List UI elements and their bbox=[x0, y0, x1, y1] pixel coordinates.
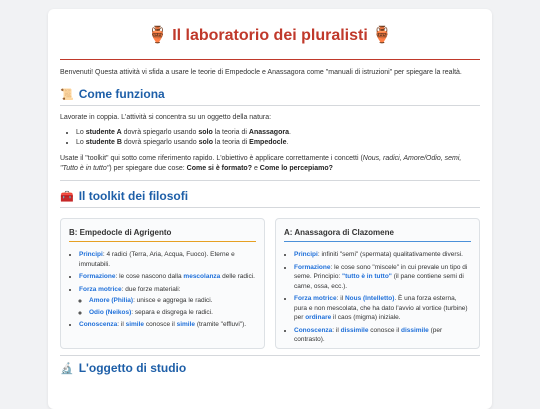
intro-paragraph: Benvenuti! Questa attività vi sfida a us… bbox=[60, 69, 462, 76]
section-divider bbox=[60, 355, 480, 356]
list-item: Forza motrice: il Nous (Intelletto). È u… bbox=[294, 294, 471, 323]
section-divider bbox=[60, 180, 480, 181]
section-study: 🔬 L'oggetto di studio bbox=[60, 361, 480, 375]
section-title-how: 📜 Come funziona bbox=[60, 87, 480, 101]
sub-list: Amore (Philia): unisce e aggrega le radi… bbox=[79, 296, 256, 317]
list-item: Conoscenza: il simile conosce il simile … bbox=[79, 320, 256, 330]
card-title-anassagora: A: Anassagora di Clazomene bbox=[284, 228, 394, 237]
card-empedocle: B: Empedocle di Agrigento Principi: 4 ra… bbox=[60, 218, 265, 349]
card-divider bbox=[69, 241, 256, 242]
card-divider bbox=[284, 241, 471, 242]
microscope-icon: 🔬 bbox=[60, 362, 74, 375]
page-title: 🏺 Il laboratorio dei pluralisti 🏺 bbox=[147, 27, 393, 44]
scroll-icon: 📜 bbox=[60, 88, 74, 101]
philosopher-cards: B: Empedocle di Agrigento Principi: 4 ra… bbox=[60, 218, 480, 349]
card-anassagora: A: Anassagora di Clazomene Principi: inf… bbox=[275, 218, 480, 349]
roles-list: Lo studente A dovrà spiegarlo usando sol… bbox=[60, 128, 480, 148]
card-list: Principi: infiniti "semi" (spermata) qua… bbox=[284, 250, 471, 345]
list-item: Lo studente A dovrà spiegarlo usando sol… bbox=[76, 128, 480, 138]
section-title-how-label: Come funziona bbox=[78, 87, 165, 101]
list-item: Principi: 4 radici (Terra, Aria, Acqua, … bbox=[79, 250, 256, 269]
toolbox-icon: 🧰 bbox=[60, 190, 74, 203]
list-item: Odio (Neikos): separa e disgrega le radi… bbox=[89, 308, 256, 318]
section-title-study-label: L'oggetto di studio bbox=[78, 361, 187, 375]
list-item: Amore (Philia): unisce e aggrega le radi… bbox=[89, 296, 256, 306]
list-item: Lo studente B dovrà spiegarlo usando sol… bbox=[76, 138, 480, 148]
list-item: Conoscenza: il dissimile conosce il diss… bbox=[294, 326, 471, 345]
list-item: Principi: infiniti "semi" (spermata) qua… bbox=[294, 250, 471, 260]
list-item: Formazione: le cose nascono dalla mescol… bbox=[79, 272, 256, 282]
section-divider bbox=[60, 105, 480, 106]
list-item: Formazione: le cose sono "miscele" in cu… bbox=[294, 263, 471, 292]
section-how: 📜 Come funziona Lavorate in coppia. L'at… bbox=[60, 87, 480, 181]
how-lead: Lavorate in coppia. L'attività si concen… bbox=[60, 114, 272, 121]
card-list: Principi: 4 radici (Terra, Aria, Acqua, … bbox=[69, 250, 256, 330]
document-page: 🏺 Il laboratorio dei pluralisti 🏺 Benven… bbox=[48, 9, 492, 409]
how-outro: Usate il "toolkit" qui sotto come riferi… bbox=[60, 155, 462, 172]
section-toolkit: 🧰 Il toolkit dei filosofi B: Empedocle d… bbox=[60, 189, 480, 356]
section-title-toolkit-label: Il toolkit dei filosofi bbox=[78, 189, 189, 203]
title-divider bbox=[60, 59, 480, 60]
card-title-empedocle: B: Empedocle di Agrigento bbox=[69, 228, 172, 237]
section-title-study: 🔬 L'oggetto di studio bbox=[60, 361, 480, 375]
section-divider bbox=[60, 207, 480, 208]
section-title-toolkit: 🧰 Il toolkit dei filosofi bbox=[60, 189, 480, 203]
list-item: Forza motrice: due forze materiali: Amor… bbox=[79, 285, 256, 318]
